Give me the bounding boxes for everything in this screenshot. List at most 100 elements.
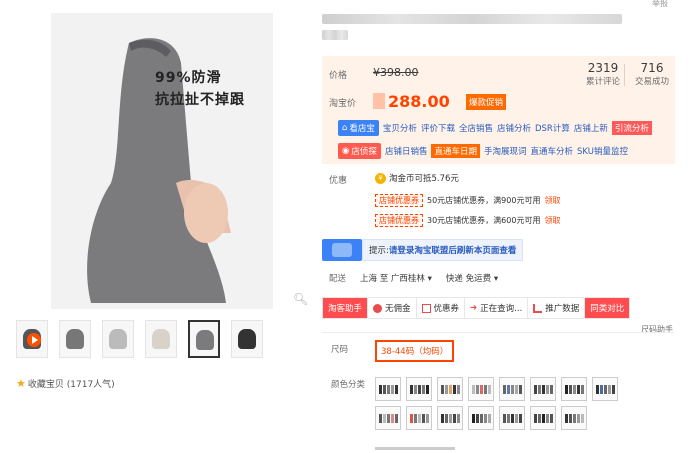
- thumbnail-strip: [16, 320, 263, 358]
- promo-data-label: 推广数据: [545, 304, 580, 314]
- chart-icon: [533, 303, 543, 313]
- querying-item[interactable]: ➜ 正在查询...: [465, 298, 529, 318]
- alimama-logo-icon: [322, 239, 362, 261]
- divider: [375, 447, 455, 450]
- product-title-blurred: [322, 14, 627, 48]
- kandianbao-toolbar: ⌂ 看店宝 宝贝分析 评价下载 全店销售 店铺分析 DSR计算 店铺上新 引流分析: [338, 120, 652, 136]
- color-swatch[interactable]: [406, 406, 432, 430]
- shipping-row: 配送 上海 至 广西桂林 ▾ 快递 免运费 ▾: [329, 272, 498, 284]
- login-tip: 提示:请登录淘宝联盟后刷新本页面查看: [322, 239, 524, 261]
- color-swatch[interactable]: [437, 406, 463, 430]
- coupon-row: 店铺优惠券 50元店铺优惠券，满900元可用 领取: [375, 194, 560, 207]
- arrow-right-icon: ➜: [470, 303, 478, 313]
- color-swatch[interactable]: [561, 406, 587, 430]
- favorite-count: (1717人气): [66, 380, 115, 390]
- coupon-tag: 店铺优惠券: [375, 214, 423, 227]
- size-helper-link[interactable]: 尺码助手: [641, 324, 673, 335]
- thumbnail-item[interactable]: [231, 320, 263, 358]
- color-swatch[interactable]: [437, 377, 463, 401]
- color-swatch[interactable]: [375, 377, 401, 401]
- promo-line-1: 99%防滑: [155, 70, 222, 86]
- diantanzhen-badge[interactable]: ◉ 店侦探: [338, 143, 381, 159]
- tool-link[interactable]: 店铺上新: [574, 122, 608, 134]
- original-price: ¥398.00: [373, 66, 419, 79]
- ship-to: 广西桂林: [390, 274, 425, 284]
- color-swatches: [375, 377, 645, 430]
- play-icon: [27, 333, 41, 347]
- color-swatch[interactable]: [530, 406, 556, 430]
- coupon-text: 50元店铺优惠券，满900元可用: [427, 196, 541, 205]
- promo-label: 优惠: [329, 176, 348, 186]
- current-price-value: 288.00: [388, 92, 450, 111]
- ztc-date-button[interactable]: 直通车日期: [431, 144, 480, 158]
- promo-data-item[interactable]: 推广数据: [528, 298, 586, 318]
- chevron-down-icon: ▾: [493, 274, 499, 284]
- kandianbao-badge[interactable]: ⌂ 看店宝: [338, 120, 379, 136]
- no-commission-item[interactable]: 无佣金: [368, 298, 417, 318]
- no-commission-label: 无佣金: [385, 304, 411, 314]
- coupon-tag: 店铺优惠券: [375, 194, 423, 207]
- sales-stat: 716 交易成功: [626, 61, 678, 87]
- login-link[interactable]: 请登录淘宝联盟后刷新本页面查看: [389, 246, 517, 256]
- tool-link[interactable]: SKU销量监控: [577, 145, 628, 157]
- price-label: 价格: [329, 71, 348, 81]
- traffic-analysis-button[interactable]: 引流分析: [611, 121, 652, 135]
- querying-label: 正在查询...: [480, 304, 523, 314]
- zoom-icon[interactable]: 🔍︎: [293, 292, 308, 306]
- color-swatch[interactable]: [561, 377, 587, 401]
- thumbnail-item[interactable]: [102, 320, 134, 358]
- tool-link[interactable]: 手淘展现词: [484, 145, 527, 157]
- tool-link[interactable]: 店铺日销售: [385, 145, 428, 157]
- review-stat[interactable]: 2319 累计评论: [577, 61, 629, 87]
- coupon-item[interactable]: 优惠券: [417, 298, 466, 318]
- tool-link[interactable]: 全店销售: [459, 122, 493, 134]
- hot-sale-badge: 爆款促销: [466, 94, 507, 110]
- tool-link[interactable]: DSR计算: [535, 122, 570, 134]
- thumbnail-item[interactable]: [145, 320, 177, 358]
- shop-icon: ⌂: [342, 123, 348, 133]
- sales-label: 交易成功: [634, 77, 669, 87]
- coupon-get-link[interactable]: 领取: [544, 215, 560, 226]
- tool-link[interactable]: 宝贝分析: [383, 122, 417, 134]
- price-panel: 价格 ¥398.00 2319 累计评论 716 交易成功 淘宝价 288.00…: [322, 56, 675, 164]
- sales-count: 716: [640, 61, 664, 75]
- color-label: 颜色分类: [331, 380, 366, 390]
- thumbnail-video[interactable]: [16, 320, 48, 358]
- color-swatch[interactable]: [375, 406, 401, 430]
- shipping-label: 配送: [329, 274, 347, 284]
- thumbnail-item[interactable]: [59, 320, 91, 358]
- main-product-image[interactable]: 99%防滑 抗拉扯不掉跟: [51, 13, 273, 309]
- ship-destination-select[interactable]: 上海 至 广西桂林 ▾: [360, 272, 432, 284]
- taoke-assistant-title[interactable]: 淘客助手: [323, 298, 369, 318]
- coupon-icon: [421, 303, 431, 313]
- favorite-label: 收藏宝贝: [27, 380, 64, 390]
- tb-price-label: 淘宝价: [329, 99, 357, 109]
- color-swatch[interactable]: [499, 406, 525, 430]
- color-swatch[interactable]: [592, 377, 618, 401]
- chevron-down-icon: ▾: [427, 274, 432, 284]
- color-swatch[interactable]: [499, 377, 525, 401]
- tool-link[interactable]: 直通车分析: [530, 145, 573, 157]
- promo-line-2: 抗拉扯不掉跟: [155, 92, 245, 108]
- promotion-panel: 优惠 ¥ 淘金币可抵5.76元 店铺优惠券 50元店铺优惠券，满900元可用 领取…: [322, 166, 675, 230]
- tip-prefix: 提示:: [369, 246, 389, 256]
- thumbnail-item-active[interactable]: [188, 320, 220, 358]
- favorite-button[interactable]: ★ 收藏宝贝 (1717人气): [16, 377, 115, 390]
- review-label: 累计评论: [585, 77, 620, 87]
- tool-link[interactable]: 评价下载: [421, 122, 455, 134]
- compare-button[interactable]: 同类对比: [585, 298, 630, 318]
- color-swatch[interactable]: [530, 377, 556, 401]
- express-select[interactable]: 快递 免运费 ▾: [446, 272, 498, 284]
- color-swatch[interactable]: [468, 406, 494, 430]
- report-link[interactable]: 举报: [652, 0, 668, 9]
- kandianbao-label: 看店宝: [349, 124, 375, 134]
- tool-link[interactable]: 店铺分析: [497, 122, 531, 134]
- diantanzhen-toolbar: ◉ 店侦探 店铺日销售 直通车日期 手淘展现词 直通车分析 SKU销量监控: [338, 143, 628, 159]
- express-text: 快递 免运费: [445, 274, 492, 284]
- stat-divider: [624, 64, 625, 86]
- coupon-get-link[interactable]: 领取: [544, 195, 560, 206]
- color-swatch[interactable]: [406, 377, 432, 401]
- size-option-selected[interactable]: 38-44码（均码）: [375, 340, 455, 362]
- color-swatch[interactable]: [468, 377, 494, 401]
- current-price: 288.00: [373, 92, 450, 111]
